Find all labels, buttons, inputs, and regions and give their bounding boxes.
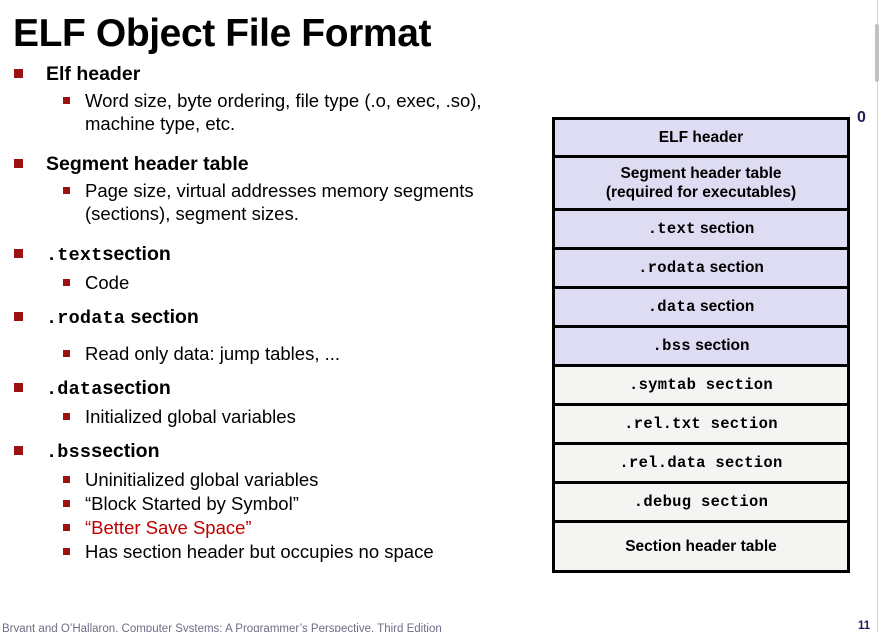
diagram-row-bss-section: .bss section: [552, 325, 850, 364]
bullet-label: Initialized global variables: [85, 406, 296, 427]
bullet-square-icon: [14, 249, 23, 258]
diagram-address-label: 0: [857, 109, 866, 126]
bullet-label: Page size, virtual addresses memory segm…: [85, 180, 474, 224]
bullet-label: section: [91, 440, 160, 462]
row-label: section: [705, 375, 774, 394]
bullet-square-icon: [63, 524, 70, 531]
row-label: section: [701, 492, 769, 511]
slide-footer: Bryant and O’Hallaron, Computer Systems:…: [2, 623, 442, 632]
row-label-mono: .rodata: [638, 259, 706, 277]
bullet-square-icon: [14, 446, 23, 455]
bullet-bss-section: .bsssection: [0, 439, 545, 465]
diagram-row-rodata-section: .rodata section: [552, 247, 850, 286]
bullet-label: Has section header but occupies no space: [85, 541, 434, 562]
bullet-label-mono: .bss: [46, 442, 92, 463]
bullet-square-icon: [14, 159, 23, 168]
row-label-mono: .debug: [633, 492, 692, 511]
diagram-row-text-section: .text section: [552, 208, 850, 247]
bullet-bss-detail-block-started: “Block Started by Symbol”: [0, 492, 545, 515]
bullet-segment-header-table: Segment header table: [0, 152, 545, 176]
row-label: section: [715, 453, 783, 472]
bullet-label-mono: .text: [46, 245, 103, 266]
diagram-row-symtab-section: .symtab section: [552, 364, 850, 403]
bullet-square-icon: [14, 312, 23, 321]
row-label: section: [700, 220, 755, 237]
bullet-label: Segment header table: [46, 153, 249, 175]
bullet-square-icon: [63, 413, 70, 420]
bullet-rodata-section: .rodata section: [0, 305, 545, 331]
row-label-mono: .bss: [652, 337, 691, 355]
slide-page-number: 11: [858, 620, 871, 632]
row-label-mono: .symtab: [628, 375, 697, 394]
row-label: section: [695, 337, 750, 354]
bullet-label: Elf header: [46, 63, 141, 85]
page-title: ELF Object File Format: [13, 12, 432, 55]
row-label-line1: Segment header table: [620, 165, 782, 182]
bullet-square-icon: [63, 548, 70, 555]
bullet-square-icon: [63, 350, 70, 357]
bullet-list: Elf header Word size, byte ordering, fil…: [0, 62, 545, 563]
slide-right-edge: [877, 0, 878, 632]
bullet-square-icon: [14, 69, 23, 78]
bullet-label: section: [102, 377, 171, 399]
bullet-label: “Block Started by Symbol”: [85, 493, 299, 514]
bullet-square-icon: [14, 383, 23, 392]
diagram-row-debug-section: .debug section: [552, 481, 850, 520]
diagram-row-data-section: .data section: [552, 286, 850, 325]
bullet-bss-detail-no-space: Has section header but occupies no space: [0, 540, 545, 563]
bullet-square-icon: [63, 500, 70, 507]
diagram-row-section-header-table: Section header table: [552, 520, 850, 573]
bullet-label: Read only data: jump tables, ...: [85, 343, 341, 364]
bullet-label: Code: [85, 272, 130, 293]
bullet-data-section-detail: Initialized global variables: [0, 405, 545, 428]
diagram-row-rel-data-section: .rel.data section: [552, 442, 850, 481]
bullet-label-mono: .data: [46, 379, 103, 400]
row-label: Section header table: [625, 538, 777, 555]
row-label-line2: (required for executables): [605, 184, 797, 201]
bullet-text-section-detail: Code: [0, 271, 545, 294]
bullet-segment-header-table-detail: Page size, virtual addresses memory segm…: [0, 179, 545, 225]
bullet-elf-header: Elf header: [0, 62, 545, 86]
row-label-mono: .rel.txt: [624, 414, 701, 433]
row-label: section: [709, 259, 764, 276]
bullet-label: Word size, byte ordering, file type (.o,…: [85, 90, 482, 134]
diagram-row-segment-header-table: Segment header table (required for execu…: [552, 155, 850, 208]
slide-canvas: ELF Object File Format Elf header Word s…: [0, 0, 884, 632]
bullet-data-section: .datasection: [0, 376, 545, 402]
row-label: section: [710, 414, 778, 433]
row-label: ELF header: [658, 129, 744, 146]
bullet-bss-detail-uninitialized: Uninitialized global variables: [0, 468, 545, 491]
bullet-square-icon: [63, 187, 70, 194]
elf-layout-diagram: ELF header Segment header table (require…: [552, 117, 850, 573]
bullet-square-icon: [63, 279, 70, 286]
diagram-row-elf-header: ELF header: [552, 117, 850, 155]
bullet-label: Uninitialized global variables: [85, 469, 319, 490]
bullet-label-mono: .rodata: [46, 308, 126, 329]
row-label-mono: .data: [647, 298, 696, 316]
bullet-text-section: .textsection: [0, 242, 545, 268]
bullet-square-icon: [63, 97, 70, 104]
bullet-square-icon: [63, 476, 70, 483]
row-label-mono: .rel.data: [619, 453, 706, 472]
bullet-bss-detail-better-save-space: “Better Save Space”: [0, 516, 545, 539]
bullet-label: section: [102, 243, 171, 265]
bullet-elf-header-detail: Word size, byte ordering, file type (.o,…: [0, 89, 545, 135]
row-label-mono: .text: [647, 220, 696, 238]
bullet-label: section: [130, 306, 199, 328]
bullet-label-highlighted: “Better Save Space”: [85, 517, 252, 538]
diagram-row-rel-txt-section: .rel.txt section: [552, 403, 850, 442]
bullet-rodata-section-detail: Read only data: jump tables, ...: [0, 342, 545, 365]
scrollbar-thumb[interactable]: [875, 24, 879, 82]
row-label: section: [700, 298, 755, 315]
